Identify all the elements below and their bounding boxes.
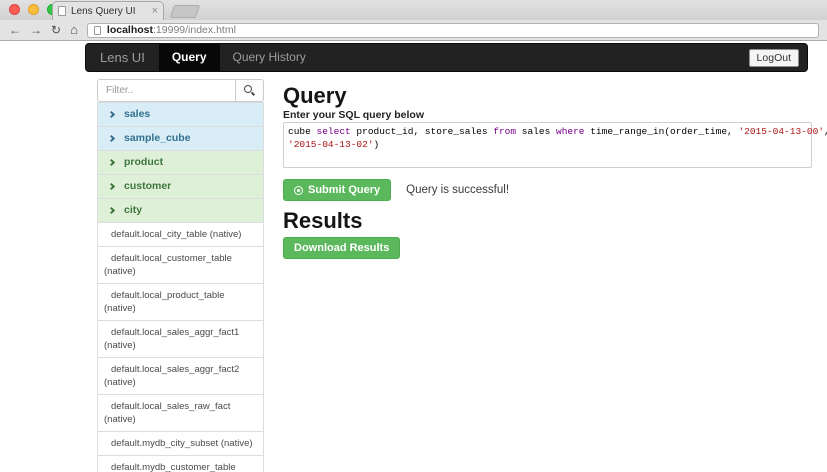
submit-query-label: Submit Query	[308, 184, 380, 196]
chevron-right-icon	[108, 207, 115, 214]
sidebar-table-item[interactable]: default.local_city_table (native)	[97, 222, 264, 247]
sidebar-cube-sales[interactable]: sales	[97, 102, 264, 127]
cube-label: product	[124, 156, 163, 169]
table-item-label: default.mydb_city_subset (native)	[104, 438, 253, 449]
close-window-icon[interactable]	[9, 4, 20, 15]
browser-toolbar: ← → ↻ ⌂ localhost:19999/index.html	[0, 20, 827, 41]
table-item-label: default.local_sales_aggr_fact1	[104, 327, 239, 338]
table-item-label: default.local_sales_raw_fact	[104, 401, 230, 412]
sidebar-cube-city[interactable]: city	[97, 198, 264, 223]
sidebar-table-item[interactable]: default.mydb_customer_table(native)	[97, 455, 264, 472]
nav-tab-query-history[interactable]: Query History	[220, 44, 319, 71]
table-item-label: default.local_product_table (native)	[104, 290, 225, 314]
table-item-label: default.local_customer_table	[104, 253, 232, 264]
chevron-right-icon	[108, 135, 115, 142]
table-list: default.local_city_table (native) default…	[97, 222, 264, 472]
logout-button[interactable]: LogOut	[749, 49, 799, 67]
sidebar-table-item[interactable]: default.local_product_table (native)	[97, 283, 264, 321]
nav-tab-query[interactable]: Query	[159, 44, 220, 71]
table-item-label: default.local_sales_aggr_fact2	[104, 364, 239, 375]
minimize-window-icon[interactable]	[28, 4, 39, 15]
tab-close-icon[interactable]: ×	[152, 6, 158, 16]
home-icon[interactable]: ⌂	[70, 20, 78, 40]
query-status-text: Query is successful!	[406, 184, 509, 196]
table-item-label: (native)	[104, 266, 136, 277]
table-item-label: default.local_city_table (native)	[104, 229, 241, 240]
window-controls	[9, 4, 58, 15]
search-button[interactable]	[236, 79, 264, 102]
navbar-brand[interactable]: Lens UI	[86, 50, 159, 65]
sidebar-table-item[interactable]: default.local_sales_aggr_fact2 (native)	[97, 357, 264, 395]
url-host: localhost	[107, 24, 153, 36]
page-favicon-icon	[58, 6, 66, 16]
submit-circle-icon	[294, 186, 303, 195]
cube-label: sample_cube	[124, 132, 191, 145]
new-tab-button[interactable]	[170, 5, 200, 18]
cube-list: sales sample_cubeproduct customer city	[97, 102, 264, 223]
table-item-label: (native)	[104, 414, 136, 425]
submit-row: Submit Query Query is successful!	[283, 179, 812, 201]
cube-label: sales	[124, 108, 150, 121]
download-results-button[interactable]: Download Results	[283, 237, 400, 259]
refresh-icon[interactable]: ↻	[51, 20, 61, 40]
table-item-label: (native)	[104, 340, 136, 351]
table-item-label: (native)	[104, 377, 136, 388]
sidebar-table-item[interactable]: default.mydb_city_subset (native)	[97, 431, 264, 456]
page-icon	[94, 26, 101, 35]
editor-label: Enter your SQL query below	[283, 110, 812, 121]
address-bar[interactable]: localhost:19999/index.html	[87, 23, 819, 38]
sql-code-line: cube select product_id, store_sales from…	[288, 125, 807, 138]
submit-query-button[interactable]: Submit Query	[283, 179, 391, 201]
chevron-right-icon	[108, 183, 115, 190]
page-title: Query	[283, 84, 812, 108]
results-title: Results	[283, 209, 812, 233]
browser-tab[interactable]: Lens Query UI ×	[52, 1, 164, 20]
sidebar-cube-sample_cube[interactable]: sample_cube	[97, 126, 264, 151]
sql-editor[interactable]: cube select product_id, store_sales from…	[283, 122, 812, 168]
cube-label: customer	[124, 180, 171, 193]
chevron-right-icon	[108, 111, 115, 118]
filter-group	[97, 79, 264, 102]
sidebar-cube-product[interactable]: product	[97, 150, 264, 175]
sidebar-table-item[interactable]: default.local_sales_aggr_fact1 (native)	[97, 320, 264, 358]
url-path: :19999/index.html	[153, 24, 236, 36]
table-item-label: default.mydb_customer_table	[104, 462, 236, 472]
tab-strip: Lens Query UI ×	[0, 0, 827, 20]
sidebar-table-item[interactable]: default.local_sales_raw_fact (native)	[97, 394, 264, 432]
tab-title: Lens Query UI	[71, 6, 148, 17]
back-icon[interactable]: ←	[9, 20, 21, 40]
sidebar-table-item[interactable]: default.local_customer_table (native)	[97, 246, 264, 284]
main-content: Query Enter your SQL query below cube se…	[283, 84, 812, 259]
filter-input[interactable]	[97, 79, 236, 102]
sql-code-line: '2015-04-13-02')	[288, 138, 807, 151]
chevron-right-icon	[108, 159, 115, 166]
browser-chrome: Lens Query UI × ← → ↻ ⌂ localhost:19999/…	[0, 0, 827, 41]
sidebar: sales sample_cubeproduct customer city defa…	[97, 79, 264, 472]
cube-label: city	[124, 204, 142, 217]
forward-icon[interactable]: →	[30, 20, 42, 40]
sidebar-cube-customer[interactable]: customer	[97, 174, 264, 199]
app-navbar: Lens UI Query Query History LogOut	[85, 43, 808, 72]
search-icon	[244, 85, 252, 93]
